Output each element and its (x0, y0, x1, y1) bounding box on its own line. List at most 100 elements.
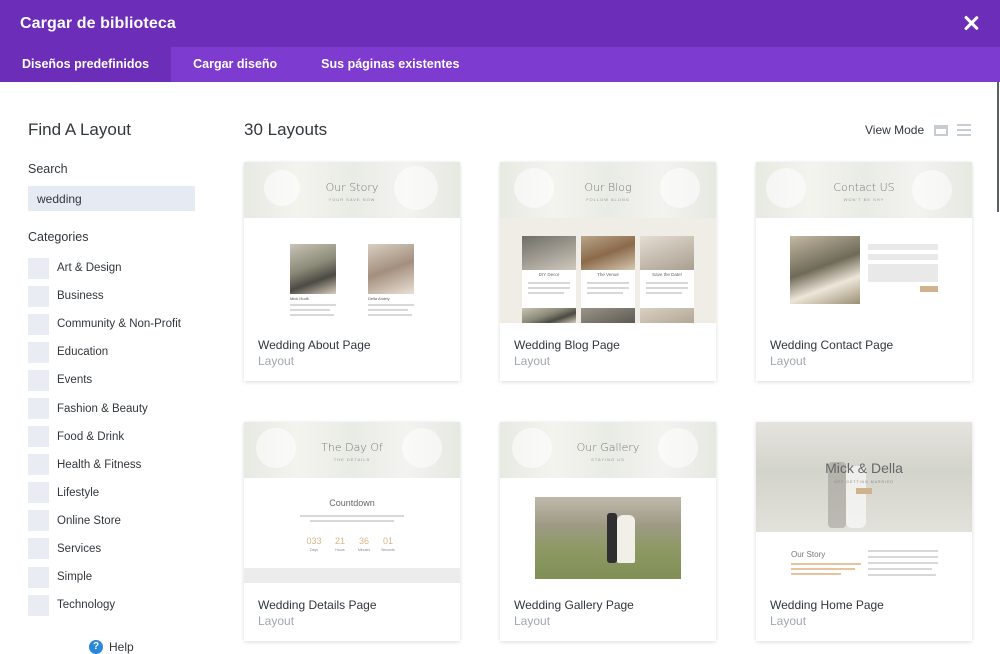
category-lifestyle[interactable]: Lifestyle (28, 479, 181, 507)
category-simple[interactable]: Simple (28, 563, 181, 591)
person-name: Della Andrty (368, 296, 390, 301)
category-label: Technology (57, 599, 116, 612)
category-events[interactable]: Events (28, 366, 181, 394)
thumb-subtitle: WON'T BE SHY (843, 197, 885, 202)
layout-card-wedding-contact[interactable]: Contact US WON'T BE SHY Wedding Contact … (756, 162, 972, 381)
category-health-fitness[interactable]: Health & Fitness (28, 451, 181, 479)
layout-thumbnail: The Day Of THE DETAILS Countdown 033 21 … (244, 422, 460, 583)
post-title: Save the Date! (652, 272, 682, 277)
layout-name: Wedding About Page (258, 338, 371, 352)
layout-type: Layout (770, 354, 807, 368)
post-photo (522, 236, 576, 270)
layout-thumbnail: Our Story YOUR SAVE NOW Mick Hudlt Della… (244, 162, 460, 323)
category-list: Art & Design Business Community & Non-Pr… (28, 254, 181, 619)
post-photo (640, 236, 694, 270)
thumb-subtitle: STAYING US (591, 457, 625, 462)
groom-photo (290, 244, 336, 294)
checkbox[interactable] (28, 313, 49, 335)
category-community[interactable]: Community & Non-Profit (28, 310, 181, 338)
thumb-title: Our Blog (584, 181, 632, 194)
categories-label: Categories (28, 230, 89, 244)
checkbox[interactable] (28, 285, 49, 307)
layouts-count-title: 30 Layouts (244, 120, 328, 139)
thumb-title: Mick & Della (825, 460, 903, 476)
tab-bar: Diseños predefinidos Cargar diseño Sus p… (0, 47, 1000, 82)
checkbox[interactable] (28, 566, 49, 588)
search-input[interactable] (28, 186, 195, 211)
tab-predefined-layouts[interactable]: Diseños predefinidos (0, 47, 172, 82)
category-art-design[interactable]: Art & Design (28, 254, 181, 282)
category-fashion-beauty[interactable]: Fashion & Beauty (28, 394, 181, 422)
post-title: The Venue (597, 272, 619, 277)
category-label: Online Store (57, 514, 121, 527)
layout-name: Wedding Blog Page (514, 338, 620, 352)
category-label: Community & Non-Profit (57, 318, 181, 331)
countdown-unit: Days (310, 548, 318, 552)
layout-name: Wedding Contact Page (770, 338, 894, 352)
list-view-icon[interactable] (957, 124, 972, 136)
checkbox[interactable] (28, 369, 49, 391)
layout-thumbnail: Our Blog FOLLOW ALONG DIY Decor The Venu… (500, 162, 716, 323)
layout-type: Layout (258, 354, 295, 368)
checkbox[interactable] (28, 398, 49, 420)
checkbox[interactable] (28, 426, 49, 448)
checkbox[interactable] (28, 510, 49, 532)
bride-photo (368, 244, 414, 294)
category-label: Services (57, 542, 102, 555)
category-services[interactable]: Services (28, 535, 181, 563)
checkbox[interactable] (28, 594, 49, 616)
category-label: Simple (57, 571, 93, 584)
checkbox[interactable] (28, 538, 49, 560)
post-photo (581, 308, 635, 323)
thumb-subtitle: YOUR SAVE NOW (328, 197, 376, 202)
tab-load-layout[interactable]: Cargar diseño (171, 47, 299, 82)
layout-card-wedding-about[interactable]: Our Story YOUR SAVE NOW Mick Hudlt Della… (244, 162, 460, 381)
countdown-value: 033 (306, 536, 322, 546)
category-label: Fashion & Beauty (57, 402, 148, 415)
help-icon: ? (89, 640, 103, 654)
view-mode-label: View Mode (865, 123, 925, 137)
layout-name: Wedding Home Page (770, 598, 884, 612)
countdown-unit: Minutes (357, 548, 371, 552)
layout-card-wedding-home[interactable]: Mick & Della ARE GETTING MARRIED Our Sto… (756, 422, 972, 641)
countdown-value: 36 (358, 536, 369, 546)
scrollbar[interactable] (997, 82, 999, 212)
category-technology[interactable]: Technology (28, 591, 181, 619)
layout-thumbnail: Contact US WON'T BE SHY (756, 162, 972, 323)
category-education[interactable]: Education (28, 338, 181, 366)
thumb-title: Our Gallery (576, 441, 640, 454)
layout-card-wedding-gallery[interactable]: Our Gallery STAYING US Wedding Gallery P… (500, 422, 716, 641)
close-icon[interactable] (960, 12, 982, 34)
modal-title: Cargar de biblioteca (20, 14, 176, 32)
hero-button (856, 488, 872, 494)
category-business[interactable]: Business (28, 282, 181, 310)
layout-card-wedding-details[interactable]: The Day Of THE DETAILS Countdown 033 21 … (244, 422, 460, 641)
tab-existing-pages[interactable]: Sus páginas existentes (299, 47, 481, 82)
help-link[interactable]: ? Help (89, 640, 134, 654)
checkbox[interactable] (28, 454, 49, 476)
category-label: Lifestyle (57, 486, 100, 499)
submit-button (920, 286, 938, 292)
search-label: Search (28, 162, 68, 176)
checkbox[interactable] (28, 257, 49, 279)
layout-card-wedding-blog[interactable]: Our Blog FOLLOW ALONG DIY Decor The Venu… (500, 162, 716, 381)
layout-type: Layout (514, 614, 551, 628)
couple-photo (790, 236, 860, 304)
checkbox[interactable] (28, 482, 49, 504)
layout-name: Wedding Gallery Page (514, 598, 634, 612)
layout-type: Layout (514, 354, 551, 368)
category-label: Health & Fitness (57, 458, 142, 471)
thumb-title: Contact US (833, 181, 895, 194)
layout-type: Layout (258, 614, 295, 628)
grid-view-icon[interactable] (934, 124, 949, 136)
checkbox[interactable] (28, 341, 49, 363)
gallery-photo (535, 497, 681, 579)
countdown-title: Countdown (329, 498, 375, 508)
post-photo (522, 308, 576, 323)
category-online-store[interactable]: Online Store (28, 507, 181, 535)
help-label: Help (109, 640, 134, 654)
form-field (868, 244, 938, 250)
category-food-drink[interactable]: Food & Drink (28, 423, 181, 451)
category-label: Art & Design (57, 262, 122, 275)
countdown-unit: Seconds (381, 548, 395, 552)
